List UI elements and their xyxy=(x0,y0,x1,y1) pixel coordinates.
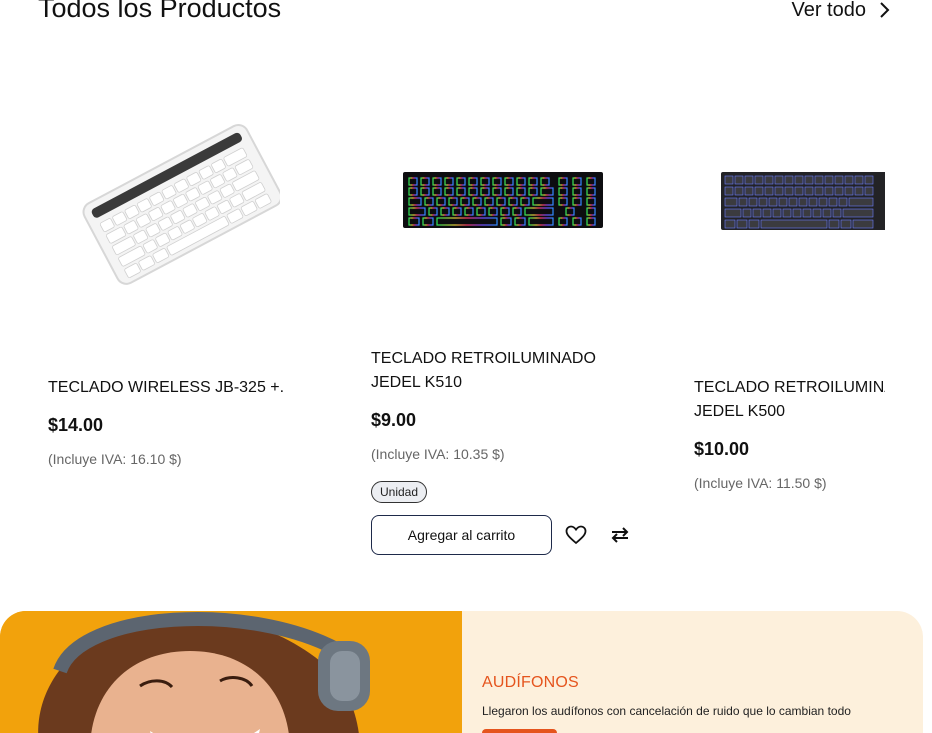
banner-description: Llegaron los audífonos con cancelación d… xyxy=(482,704,851,718)
section-header: Todos los Productos Ver todo xyxy=(38,0,892,28)
product-carousel: TECLADO WIRELESS JB-325 +. $14.00 (Inclu… xyxy=(40,60,885,580)
see-all-link[interactable]: Ver todo xyxy=(791,0,892,32)
product-name[interactable]: TECLADO WIRELESS JB-325 +. xyxy=(48,376,318,400)
woman-wearing-headphones-image xyxy=(0,611,462,733)
product-price: $14.00 xyxy=(48,415,104,435)
banner-eyebrow: AUDÍFONOS xyxy=(482,674,579,691)
product-name[interactable]: TECLADO RETROILUMINADO JEDEL K500 xyxy=(694,376,885,424)
wishlist-button[interactable] xyxy=(563,522,589,548)
heart-icon xyxy=(565,525,587,545)
unit-badge[interactable]: Unidad xyxy=(371,481,428,503)
product-image[interactable] xyxy=(40,60,320,340)
product-image[interactable] xyxy=(686,60,885,340)
product-tax-note: (Incluye IVA: 10.35 $) xyxy=(371,446,505,462)
product-price: $9.00 xyxy=(371,410,417,430)
promo-banner[interactable]: AUDÍFONOS Llegaron los audífonos con can… xyxy=(0,611,923,733)
banner-cta-button[interactable] xyxy=(482,729,557,733)
product-name[interactable]: TECLADO RETROILUMINADO JEDEL K510 xyxy=(371,347,641,395)
black-backlit-keyboard-image xyxy=(721,172,885,230)
page: Todos los Productos Ver todo TECLADO WIR… xyxy=(0,0,932,733)
banner-image xyxy=(0,611,462,733)
rgb-backlit-keyboard-image xyxy=(403,172,603,228)
product-tax-note: (Incluye IVA: 11.50 $) xyxy=(694,475,827,491)
compare-arrows-icon xyxy=(611,527,629,543)
compare-button[interactable] xyxy=(607,522,633,548)
add-to-cart-button[interactable]: Agregar al carrito xyxy=(371,515,552,555)
white-wireless-keyboard-image xyxy=(82,124,280,285)
chevron-right-icon xyxy=(880,2,890,18)
product-price: $10.00 xyxy=(694,439,750,459)
product-tax-note: (Incluye IVA: 16.10 $) xyxy=(48,451,182,467)
product-image[interactable] xyxy=(363,60,643,340)
see-all-label: Ver todo xyxy=(791,0,866,21)
section-title: Todos los Productos xyxy=(38,0,282,23)
